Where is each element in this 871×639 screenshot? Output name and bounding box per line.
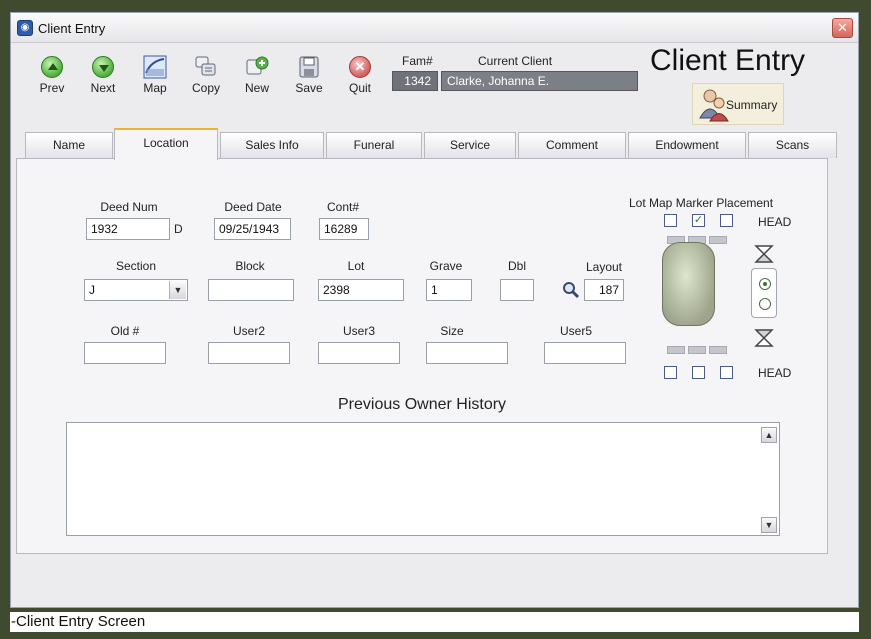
- summary-label: Summary: [726, 98, 778, 112]
- marker-bottom-right-checkbox[interactable]: [720, 366, 733, 379]
- current-client-value: Clarke, Johanna E.: [441, 71, 638, 91]
- new-button[interactable]: New: [237, 55, 277, 95]
- new-label: New: [244, 81, 269, 95]
- fam-number-value: 1342: [392, 71, 438, 91]
- deed-date-input[interactable]: [214, 218, 291, 240]
- next-icon: [91, 55, 115, 79]
- magnifier-icon[interactable]: [562, 281, 580, 299]
- plot-bar: [688, 346, 706, 354]
- tab-location[interactable]: Location: [114, 128, 218, 160]
- window-title: Client Entry: [38, 21, 106, 36]
- dbl-input[interactable]: [500, 279, 534, 301]
- marker-bottom-left-checkbox[interactable]: [664, 366, 677, 379]
- quit-button[interactable]: ✕ Quit: [340, 55, 380, 95]
- deed-num-label: Deed Num: [100, 200, 158, 214]
- old-number-input[interactable]: [84, 342, 166, 364]
- lot-input[interactable]: [318, 279, 404, 301]
- current-client-label: Current Client: [478, 54, 553, 68]
- app-icon: ◉: [17, 20, 33, 36]
- hourglass-top-icon: [754, 244, 774, 264]
- map-label: Map: [143, 81, 167, 95]
- quit-label: Quit: [348, 81, 371, 95]
- marker-top-center-checkbox[interactable]: ✓: [692, 214, 705, 227]
- layout-input[interactable]: [584, 279, 624, 301]
- marker-top-left-checkbox[interactable]: [664, 214, 677, 227]
- map-icon: [143, 55, 167, 79]
- quit-icon: ✕: [348, 55, 372, 79]
- user2-label: User2: [232, 324, 265, 338]
- title-bar: ◉ Client Entry ✕: [11, 13, 858, 43]
- section-select[interactable]: J ▼: [84, 279, 188, 301]
- previous-owner-history-textarea[interactable]: ▲ ▼: [66, 422, 780, 536]
- marker-top-right-checkbox[interactable]: [720, 214, 733, 227]
- grave-label: Grave: [429, 259, 463, 273]
- tab-endowment[interactable]: Endowment: [628, 132, 746, 158]
- save-disk-icon: [297, 55, 321, 79]
- next-label: Next: [90, 81, 116, 95]
- tab-sales-info[interactable]: Sales Info: [220, 132, 324, 158]
- user3-label: User3: [342, 324, 375, 338]
- lot-label: Lot: [347, 259, 365, 273]
- scroll-up-icon[interactable]: ▲: [761, 427, 777, 443]
- tab-scans[interactable]: Scans: [748, 132, 837, 158]
- close-icon: ✕: [837, 20, 848, 35]
- tab-funeral[interactable]: Funeral: [326, 132, 422, 158]
- deed-num-input[interactable]: [86, 218, 170, 240]
- deed-date-label: Deed Date: [224, 200, 282, 214]
- prev-icon: [40, 55, 64, 79]
- copy-label: Copy: [191, 81, 220, 95]
- hourglass-bottom-icon: [754, 328, 774, 348]
- size-label: Size: [440, 324, 464, 338]
- new-record-icon: [245, 55, 269, 79]
- close-button[interactable]: ✕: [832, 18, 853, 38]
- scroll-down-icon[interactable]: ▼: [761, 517, 777, 533]
- copy-button[interactable]: Copy: [186, 55, 226, 95]
- user5-input[interactable]: [544, 342, 626, 364]
- page-title: Client Entry: [650, 44, 806, 77]
- plot-bar: [709, 236, 727, 244]
- cont-label: Cont#: [326, 200, 360, 214]
- block-label: Block: [235, 259, 265, 273]
- map-button[interactable]: Map: [135, 55, 175, 95]
- screenshot-caption: -Client Entry Screen: [10, 612, 859, 632]
- head-orientation-radio-top[interactable]: [759, 278, 771, 290]
- section-label: Section: [115, 259, 157, 273]
- size-input[interactable]: [426, 342, 508, 364]
- deed-num-suffix: D: [174, 222, 183, 236]
- cont-input[interactable]: [319, 218, 369, 240]
- layout-label: Layout: [585, 260, 623, 274]
- burial-vault-graphic: [662, 242, 715, 326]
- head-bottom-label: HEAD: [758, 366, 792, 380]
- grave-input[interactable]: [426, 279, 472, 301]
- user5-label: User5: [559, 324, 592, 338]
- prev-label: Prev: [39, 81, 65, 95]
- head-orientation-radio-bottom[interactable]: [759, 298, 771, 310]
- dbl-label: Dbl: [507, 259, 526, 273]
- save-label: Save: [295, 81, 323, 95]
- summary-button[interactable]: Summary: [692, 83, 784, 125]
- tab-service[interactable]: Service: [424, 132, 516, 158]
- old-number-label: Old #: [110, 324, 140, 338]
- chevron-down-icon[interactable]: ▼: [169, 281, 186, 299]
- prev-button[interactable]: Prev: [32, 55, 72, 95]
- marker-placement-title: Lot Map Marker Placement: [629, 196, 774, 210]
- copy-icon: [194, 55, 218, 79]
- people-icon: [697, 88, 729, 122]
- marker-bottom-center-checkbox[interactable]: [692, 366, 705, 379]
- save-button[interactable]: Save: [289, 55, 329, 95]
- block-input[interactable]: [208, 279, 294, 301]
- user2-input[interactable]: [208, 342, 290, 364]
- fam-number-label: Fam#: [402, 54, 433, 68]
- section-value: J: [89, 283, 95, 297]
- head-top-label: HEAD: [758, 215, 792, 229]
- head-orientation-radio-group: [751, 268, 777, 318]
- tab-name[interactable]: Name: [25, 132, 113, 158]
- plot-bar: [709, 346, 727, 354]
- next-button[interactable]: Next: [83, 55, 123, 95]
- plot-bar: [667, 346, 685, 354]
- tab-comment[interactable]: Comment: [518, 132, 626, 158]
- previous-owner-history-title: Previous Owner History: [338, 396, 507, 413]
- user3-input[interactable]: [318, 342, 400, 364]
